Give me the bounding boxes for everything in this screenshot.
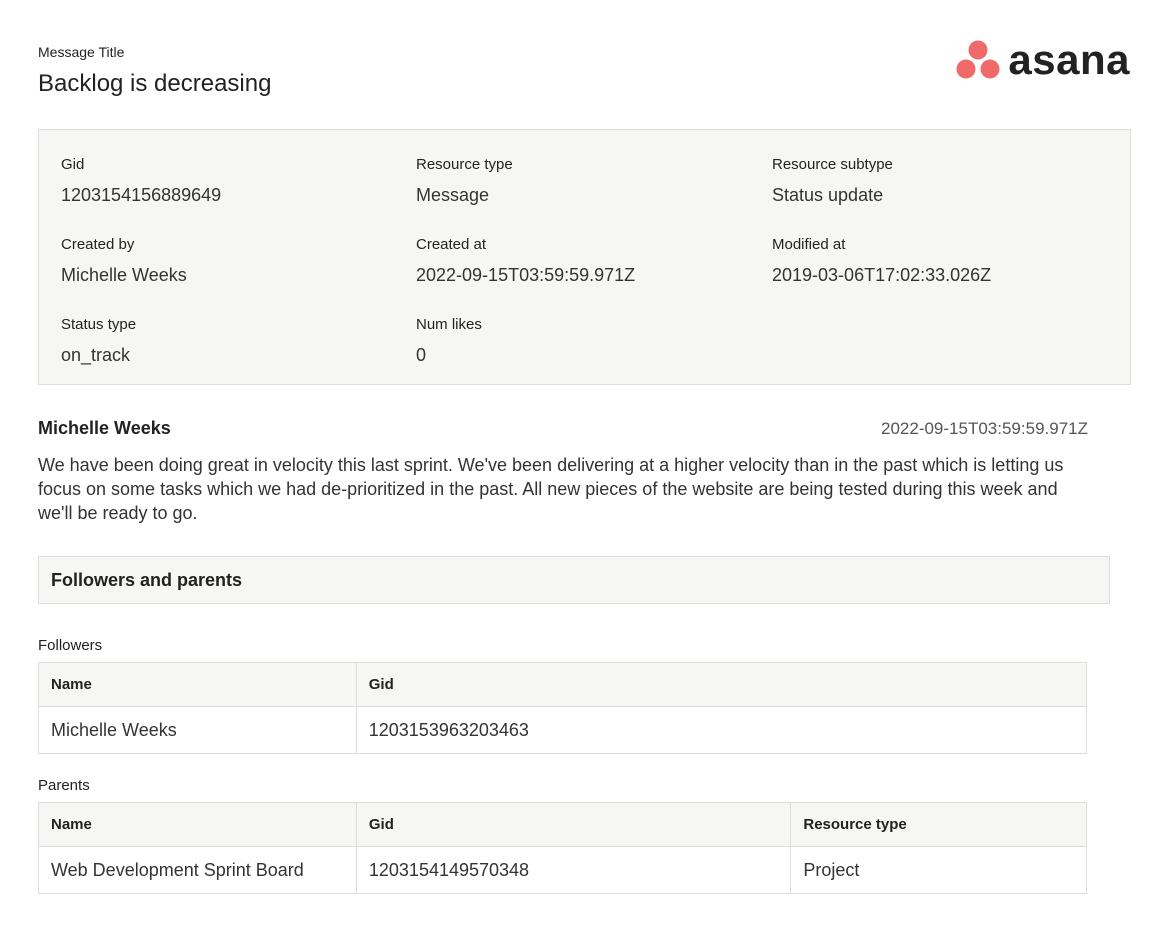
created-at-field: Created at 2022-09-15T03:59:59.971Z: [416, 236, 635, 286]
resource-subtype-field: Resource subtype Status update: [772, 156, 893, 206]
follower-name: Michelle Weeks: [38, 706, 357, 754]
message-author: Michelle Weeks: [38, 418, 171, 438]
resource-type-label: Resource type: [416, 156, 513, 173]
followers-header-row: Name Gid: [38, 662, 1088, 707]
parent-name: Web Development Sprint Board: [38, 846, 357, 894]
status-type-field: Status type on_track: [61, 316, 136, 366]
gid-value: 1203154156889649: [61, 185, 222, 205]
followers-column-name: Name: [38, 662, 357, 707]
asana-logo: asana: [956, 38, 1130, 82]
parents-table: Name Gid Resource type Web Development S…: [38, 802, 1087, 894]
resource-subtype-value: Status update: [772, 185, 884, 205]
metadata-panel: Gid 1203154156889649 Resource type Messa…: [38, 129, 1131, 385]
gid-label: Gid: [61, 156, 85, 173]
resource-type-value: Message: [416, 185, 490, 205]
followers-and-parents-header: Followers and parents: [38, 556, 1110, 604]
resource-type-field: Resource type Message: [416, 156, 513, 206]
parents-column-gid: Gid: [355, 802, 792, 847]
resource-subtype-label: Resource subtype: [772, 156, 893, 173]
asana-dots-icon: [956, 40, 1000, 79]
followers-caption: Followers: [38, 637, 103, 654]
table-row: Web Development Sprint Board 12031541495…: [38, 846, 1087, 894]
modified-at-value: 2019-03-06T17:02:33.026Z: [772, 265, 992, 285]
table-row: Michelle Weeks 1203153963203463: [38, 706, 1088, 754]
message-date: 2022-09-15T03:59:59.971Z: [881, 419, 1088, 438]
parents-header-row: Name Gid Resource type: [38, 802, 1087, 847]
header: Message Title Backlog is decreasing asan…: [38, 38, 1130, 102]
status-type-label: Status type: [61, 316, 137, 333]
followers-column-gid: Gid: [355, 662, 1088, 707]
created-at-value: 2022-09-15T03:59:59.971Z: [416, 265, 636, 285]
modified-at-field: Modified at 2019-03-06T17:02:33.026Z: [772, 236, 991, 286]
num-likes-value: 0: [416, 345, 427, 365]
modified-at-label: Modified at: [772, 236, 846, 253]
created-at-label: Created at: [416, 236, 487, 253]
followers-table: Name Gid Michelle Weeks 1203153963203463: [38, 662, 1088, 754]
parents-column-resource-type: Resource type: [790, 802, 1087, 847]
message-title-label: Message Title: [38, 44, 125, 60]
message-body: We have been doing great in velocity thi…: [38, 455, 1064, 523]
parent-gid: 1203154149570348: [355, 846, 792, 894]
asana-logo-text: asana: [1008, 36, 1130, 83]
page: Message Title Backlog is decreasing asan…: [0, 0, 1160, 938]
status-type-value: on_track: [61, 345, 131, 365]
num-likes-label: Num likes: [416, 316, 482, 333]
num-likes-field: Num likes 0: [416, 316, 482, 366]
parents-caption: Parents: [38, 777, 90, 794]
created-by-value: Michelle Weeks: [61, 265, 187, 285]
parents-column-name: Name: [38, 802, 357, 847]
parent-resource-type: Project: [790, 846, 1087, 894]
gid-field: Gid 1203154156889649: [61, 156, 221, 206]
message-title: Backlog is decreasing: [38, 70, 272, 97]
created-by-label: Created by: [61, 236, 135, 253]
created-by-field: Created by Michelle Weeks: [61, 236, 187, 286]
follower-gid: 1203153963203463: [355, 706, 1088, 754]
